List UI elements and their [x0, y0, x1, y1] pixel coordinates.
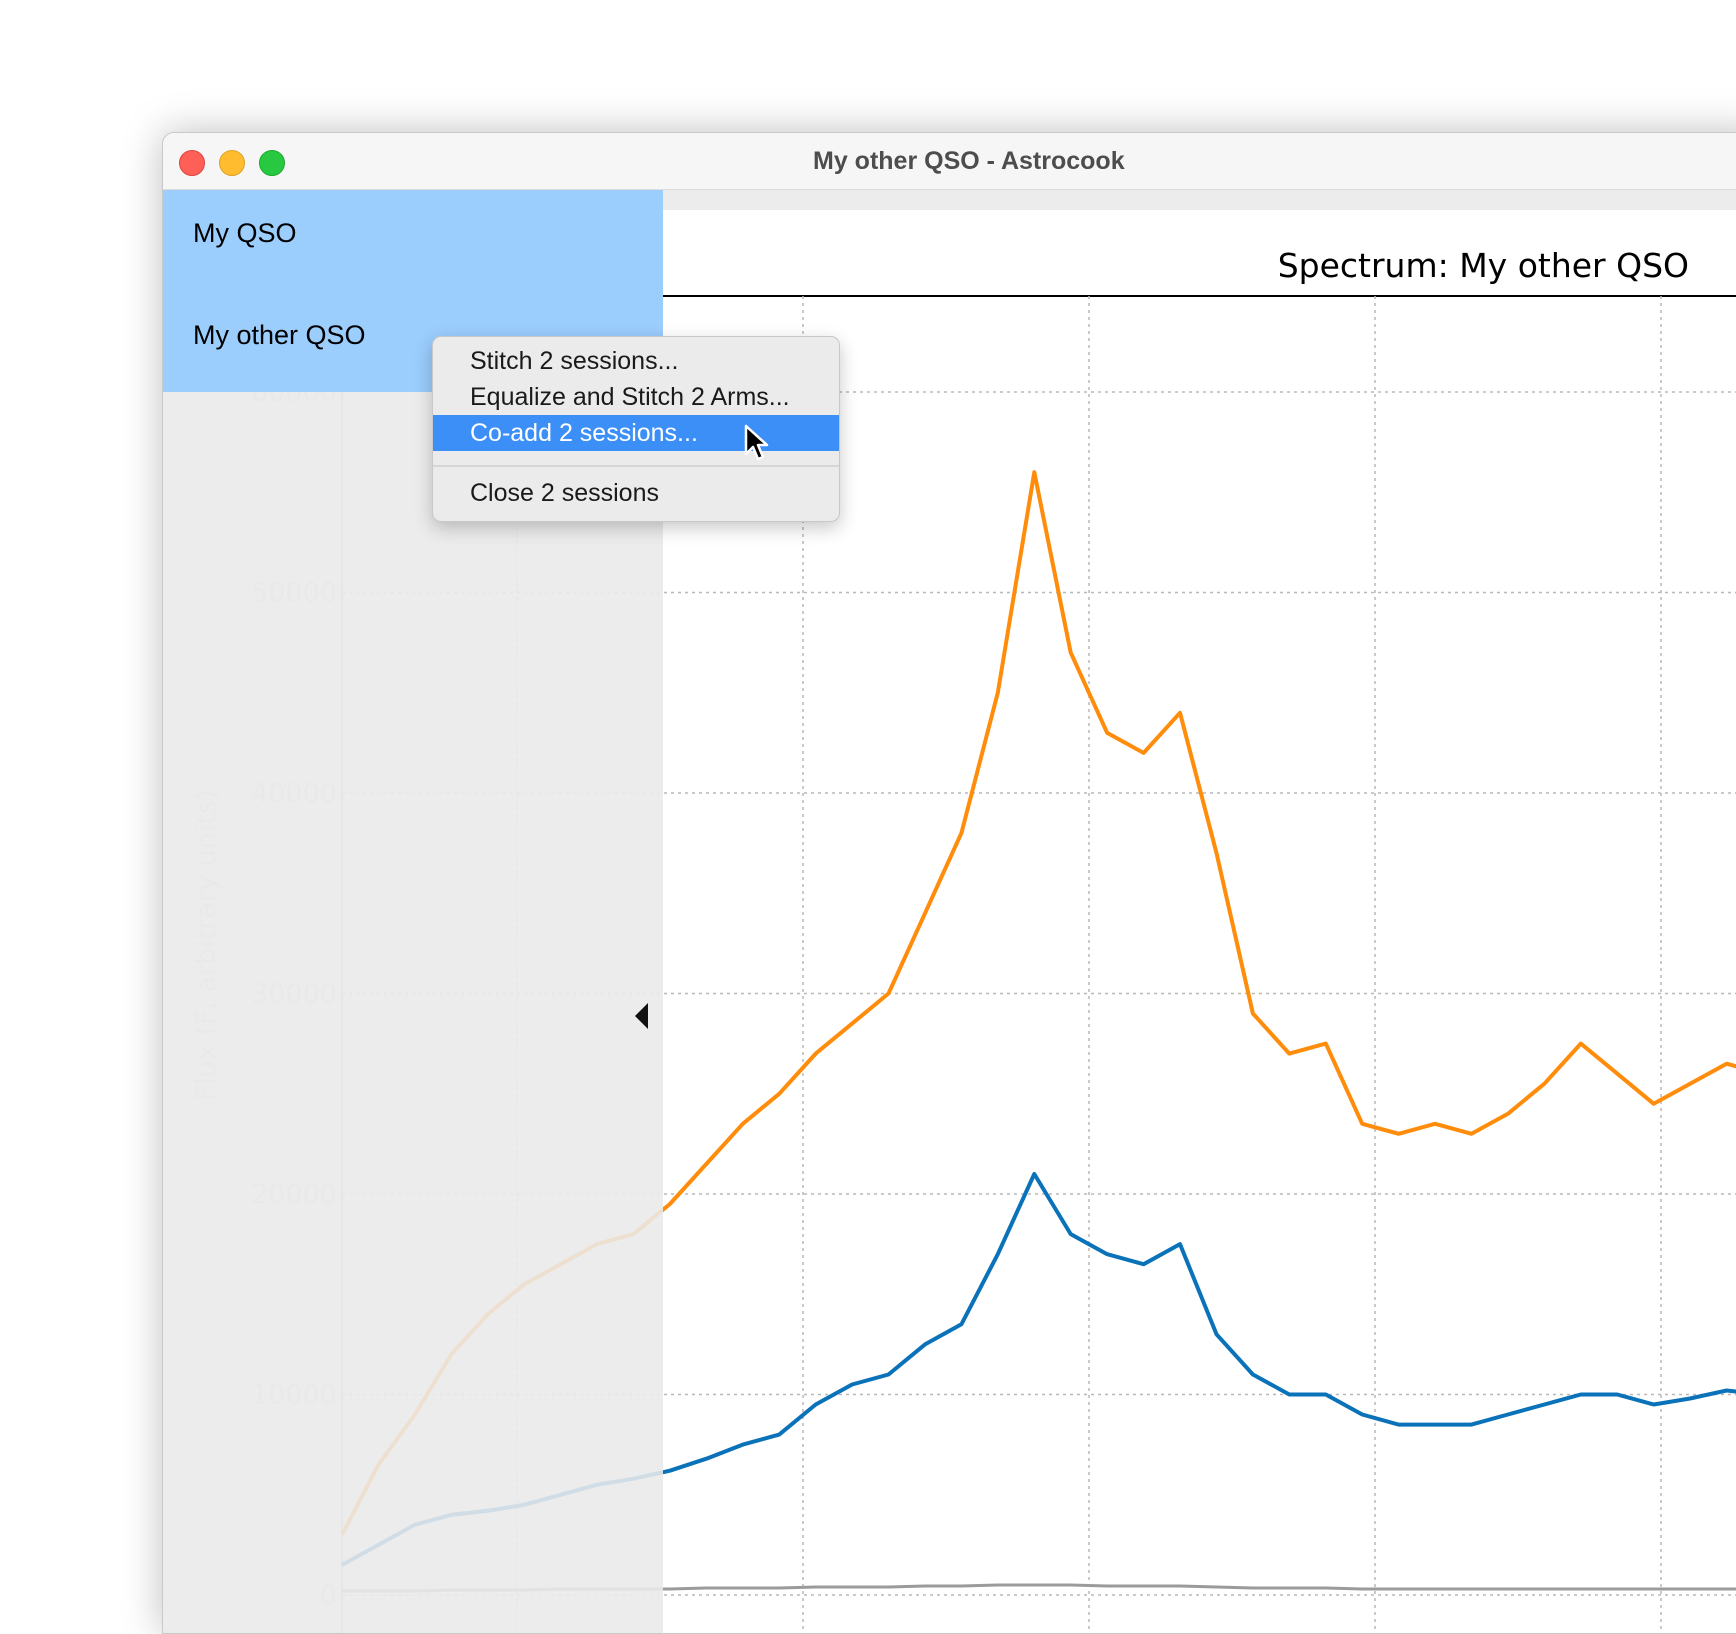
context-menu: Stitch 2 sessions... Equalize and Stitch… [432, 336, 840, 522]
session-item-my-other-qso[interactable]: My other QSO [193, 320, 366, 351]
menu-item-stitch-sessions[interactable]: Stitch 2 sessions... [433, 343, 839, 379]
window-title: My other QSO - Astrocook [813, 147, 1125, 175]
session-item-my-qso[interactable]: My QSO [193, 218, 297, 249]
menu-separator [433, 465, 839, 467]
plot-top-strip [663, 190, 1736, 210]
app-window: My other QSO - Astrocook 010000200003000… [162, 132, 1736, 1634]
chart-title: Spectrum: My other QSO [1278, 246, 1689, 285]
mouse-pointer-icon [744, 424, 769, 461]
menu-item-equalize-and-stitch-arms[interactable]: Equalize and Stitch 2 Arms... [433, 379, 839, 415]
title-bar: My other QSO - Astrocook [163, 133, 1736, 190]
menu-item-close-sessions[interactable]: Close 2 sessions [433, 475, 839, 511]
menu-item-co-add-sessions[interactable]: Co-add 2 sessions... [433, 415, 839, 451]
collapse-sidebar-icon[interactable] [635, 1003, 648, 1029]
